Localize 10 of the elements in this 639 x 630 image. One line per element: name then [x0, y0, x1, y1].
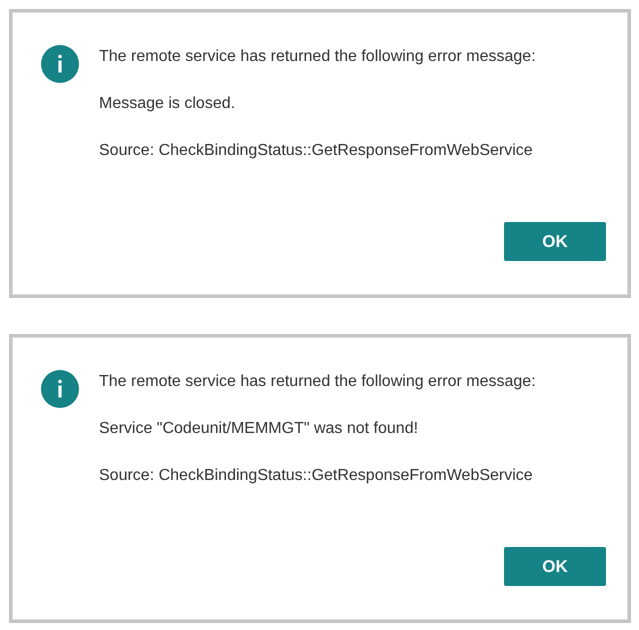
error-source: Source: CheckBindingStatus::GetResponseFromWebService: [99, 141, 534, 161]
info-icon: [41, 45, 79, 83]
error-source: Source: CheckBindingStatus::GetResponseFromWebService: [99, 466, 534, 486]
error-message: Message is closed.: [99, 94, 236, 114]
error-message: Service "Codeunit/MEMMGT" was not found!: [99, 419, 420, 439]
error-heading: The remote service has returned the following error message:: [99, 372, 536, 392]
ok-button[interactable]: OK: [504, 547, 606, 586]
info-icon: [41, 370, 79, 408]
error-heading: The remote service has returned the following error message:: [99, 47, 536, 67]
ok-button[interactable]: OK: [504, 222, 606, 261]
